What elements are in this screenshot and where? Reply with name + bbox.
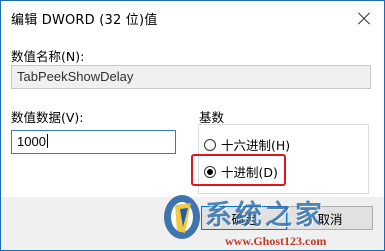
radio-hex-label: 十六进制(H) <box>221 138 291 153</box>
dialog-title: 编辑 DWORD (32 位)值 <box>11 13 158 28</box>
value-name-field[interactable]: TabPeekShowDelay <box>11 65 371 89</box>
radio-hexadecimal[interactable]: 十六进制(H) <box>204 135 290 154</box>
decimal-highlight-box <box>191 154 286 186</box>
value-name-label: 数值名称(N): <box>11 49 85 64</box>
title-bar[interactable]: 编辑 DWORD (32 位)值 <box>1 1 384 37</box>
value-data-label: 数值数据(V): <box>11 110 84 125</box>
value-data-input[interactable]: 1000 <box>11 130 176 154</box>
watermark-text: 系统之家 <box>205 200 325 231</box>
watermark-logo-icon <box>164 195 200 239</box>
watermark-url: www.Ghost123.com <box>225 234 327 248</box>
edit-dword-dialog: 编辑 DWORD (32 位)值 数值名称(N): TabPeekShowDel… <box>0 0 385 251</box>
text-caret <box>46 134 48 148</box>
value-data-text: 1000 <box>17 134 46 149</box>
radio-hex-indicator[interactable] <box>204 138 216 151</box>
close-icon[interactable] <box>352 7 376 31</box>
